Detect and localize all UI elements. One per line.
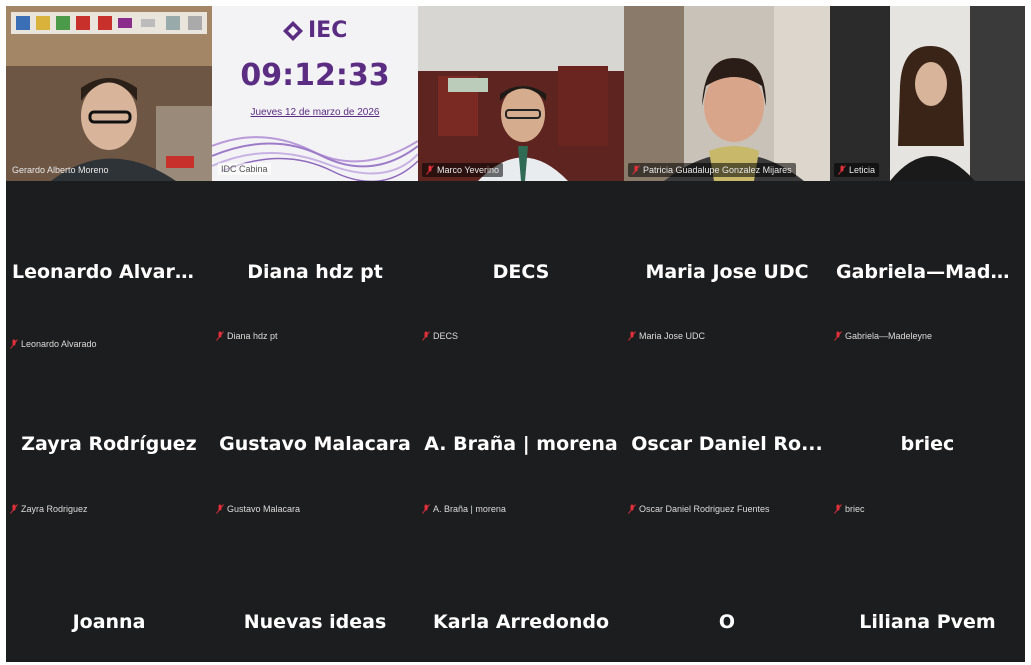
iec-diamond-icon [283, 20, 303, 41]
muted-mic-icon [10, 504, 18, 514]
muted-mic-icon [834, 331, 842, 341]
participant-display-name: Liliana Pvem [859, 611, 996, 633]
participant-display-name: briec [900, 433, 955, 455]
participant-tile-oscar[interactable]: Oscar Daniel Ro... Oscar Daniel Rodrigue… [624, 351, 830, 521]
participant-name-label: Marco Yeverino [422, 163, 504, 177]
muted-mic-icon [628, 504, 636, 514]
participant-tile-liliana[interactable]: Liliana Pvem [830, 521, 1025, 662]
participant-tile-gabriela[interactable]: Gabriela—Made... Gabriela—Madeleyne [830, 181, 1025, 351]
participant-tile-leonardo[interactable]: Leonardo Alvara... Leonardo Alvarado [6, 181, 212, 351]
participant-display-name: Diana hdz pt [247, 261, 383, 283]
clock-time: 09:12:33 [240, 58, 390, 93]
participant-display-name: O [718, 611, 736, 633]
participant-video [830, 6, 1025, 181]
gallery-view: Gerardo Alberto Moreno IEC 09:12:33 Juev… [6, 6, 1025, 662]
participant-display-name: Oscar Daniel Ro... [631, 433, 823, 455]
participant-video [6, 6, 212, 181]
participant-tile-decs[interactable]: DECS DECS [418, 181, 624, 351]
participant-video [418, 6, 624, 181]
muted-mic-icon [834, 504, 842, 514]
participant-name-label: Leonardo Alvarado [10, 336, 97, 351]
muted-mic-icon [838, 165, 846, 175]
iec-logo: IEC [282, 18, 347, 43]
participant-tile-marco[interactable]: Marco Yeverino [418, 6, 624, 181]
participant-display-name: Nuevas ideas [243, 611, 387, 633]
participant-tile-leticia[interactable]: Leticia [830, 6, 1025, 181]
participant-tile-zayra[interactable]: Zayra Rodríguez Zayra Rodriguez [6, 351, 212, 521]
participant-name-label: Patricia Guadalupe Gonzalez Mijares [628, 163, 796, 177]
participant-display-name: Leonardo Alvara... [12, 261, 210, 283]
muted-mic-icon [628, 331, 636, 341]
muted-mic-icon [426, 165, 434, 175]
participant-display-name: DECS [492, 261, 550, 283]
muted-mic-icon [216, 504, 224, 514]
muted-mic-icon [632, 165, 640, 175]
muted-mic-icon [422, 504, 430, 514]
participant-tile-nuevas-ideas[interactable]: Nuevas ideas [212, 521, 418, 662]
participant-tile-o[interactable]: O [624, 521, 830, 662]
participant-name-label: Gerardo Alberto Moreno [12, 165, 109, 175]
participant-tile-briec[interactable]: briec briec [830, 351, 1025, 521]
participant-tile-maria-jose[interactable]: Maria Jose UDC Maria Jose UDC [624, 181, 830, 351]
participant-tile-a-brana[interactable]: A. Braña | morena A. Braña | morena [418, 351, 624, 521]
muted-mic-icon [10, 338, 18, 349]
muted-mic-icon [422, 331, 430, 341]
participant-tile-idc-cabina[interactable]: IEC 09:12:33 Jueves 12 de marzo de 2026 … [212, 6, 418, 181]
participant-display-name: Maria Jose UDC [645, 261, 809, 283]
participant-tile-gustavo[interactable]: Gustavo Malacara Gustavo Malacara [212, 351, 418, 521]
participant-video [624, 6, 830, 181]
clock-date: Jueves 12 de marzo de 2026 [250, 107, 380, 118]
participant-tile-karla[interactable]: Karla Arredondo [418, 521, 624, 662]
participant-display-name: Karla Arredondo [432, 611, 610, 633]
participant-tile-joanna[interactable]: Joanna [6, 521, 212, 662]
participant-tile-patricia[interactable]: Patricia Guadalupe Gonzalez Mijares [624, 6, 830, 181]
participant-tile-gerardo[interactable]: Gerardo Alberto Moreno [6, 6, 212, 181]
participant-name-label: Leticia [834, 163, 880, 177]
participant-display-name: Zayra Rodríguez [21, 433, 197, 455]
participant-name-label: IDC Cabina [214, 161, 275, 177]
participant-display-name: A. Braña | morena [424, 433, 618, 455]
participant-display-name: Gabriela—Made... [836, 261, 1025, 283]
participant-display-name: Joanna [72, 611, 146, 633]
participant-display-name: Gustavo Malacara [219, 433, 411, 455]
participant-tile-diana[interactable]: Diana hdz pt Diana hdz pt [212, 181, 418, 351]
muted-mic-icon [216, 331, 224, 341]
